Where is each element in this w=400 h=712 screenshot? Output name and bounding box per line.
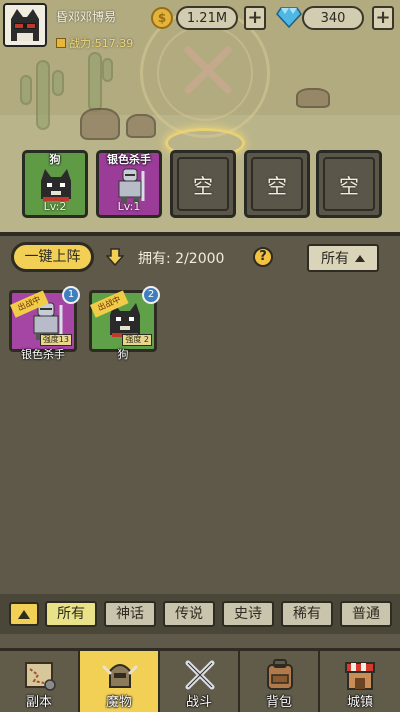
collapse-categories-button[interactable] xyxy=(9,602,39,626)
filter-dropdown[interactable]: 所有 xyxy=(307,244,379,272)
player-name: 昏邓邓博易 xyxy=(56,10,117,24)
crossed-swords-emblem xyxy=(184,46,232,94)
inventory-card-name: 银色杀手 xyxy=(21,348,65,361)
map-icon xyxy=(25,662,56,691)
cactus-decoration xyxy=(88,52,102,112)
nav-label: 城镇 xyxy=(346,695,373,710)
shop-icon xyxy=(345,662,375,690)
inventory-card-dog[interactable]: 出战中 强度 2 2 xyxy=(89,286,160,352)
cactus-decoration xyxy=(20,75,32,105)
gem-balance: 340 xyxy=(302,6,364,30)
crossed-swords-icon xyxy=(185,660,215,690)
slot-monster-name: 狗 xyxy=(49,153,61,166)
player-avatar-icon xyxy=(5,5,45,45)
strength-tag: 强度13 xyxy=(39,334,72,346)
empty-slot-label: 空 xyxy=(323,157,375,211)
cactus-decoration xyxy=(52,70,64,96)
chevron-up-icon xyxy=(355,254,365,262)
coin-icon: $ xyxy=(151,7,173,29)
coin-balance: 1.21M xyxy=(176,6,238,30)
owned-count: 拥有: 2/2000 xyxy=(138,251,225,267)
category-all[interactable]: 所有 xyxy=(45,601,97,627)
combat-power-value: 战力:517.39 xyxy=(69,37,134,50)
rock-decoration xyxy=(126,114,156,138)
cactus-decoration xyxy=(36,60,50,130)
strength-tag: 强度 2 xyxy=(122,334,152,346)
team-slot-empty[interactable]: 空 xyxy=(316,150,382,218)
inventory-card-name: 狗 xyxy=(117,348,129,361)
chevron-up-icon xyxy=(18,610,30,619)
add-gems-button[interactable]: + xyxy=(372,6,394,30)
nav-label: 战斗 xyxy=(185,695,212,710)
category-rare[interactable]: 稀有 xyxy=(281,601,333,627)
nav-label: 背包 xyxy=(265,695,292,710)
nav-dungeon[interactable]: 副本 xyxy=(0,651,80,712)
empty-slot-label: 空 xyxy=(177,157,229,211)
nav-label: 魔物 xyxy=(105,695,132,710)
filter-label: 所有 xyxy=(321,251,349,267)
gem-icon xyxy=(276,7,302,28)
nav-monsters[interactable]: 魔物 xyxy=(80,651,160,712)
nav-town[interactable]: 城镇 xyxy=(320,651,400,712)
helmet-icon xyxy=(102,664,138,688)
top-bar: 昏邓邓博易 战力:517.39 $ 1.21M + 340 + xyxy=(0,0,400,50)
nav-backpack[interactable]: 背包 xyxy=(240,651,320,712)
category-mythic[interactable]: 神话 xyxy=(104,601,156,627)
avatar[interactable] xyxy=(3,3,47,47)
slot-monster-level: Lv:1 xyxy=(117,200,141,213)
team-slot-silver-killer[interactable]: 银色杀手 Lv:1 xyxy=(96,150,162,218)
count-badge: 2 xyxy=(142,286,160,304)
category-epic[interactable]: 史诗 xyxy=(222,601,274,627)
deploy-all-button[interactable]: 一键上阵 xyxy=(11,242,94,272)
cactus-decoration xyxy=(102,58,113,82)
add-coins-button[interactable]: + xyxy=(244,6,266,30)
power-flag-icon xyxy=(56,38,66,48)
team-lineup: 狗 Lv:2 银色杀手 Lv:1 空 空 空 xyxy=(0,150,400,222)
backpack-icon xyxy=(267,659,293,690)
help-button[interactable]: ? xyxy=(253,247,273,267)
arrow-down-icon xyxy=(106,248,124,266)
nav-battle[interactable]: 战斗 xyxy=(160,651,240,712)
category-common[interactable]: 普通 xyxy=(340,601,392,627)
team-slot-dog[interactable]: 狗 Lv:2 xyxy=(22,150,88,218)
inventory-card-silver-killer[interactable]: 出战中 强度13 1 xyxy=(9,286,80,352)
rock-decoration xyxy=(296,88,330,108)
empty-slot-label: 空 xyxy=(251,157,303,211)
team-slot-empty[interactable]: 空 xyxy=(170,150,236,218)
category-legendary[interactable]: 传说 xyxy=(163,601,215,627)
team-slot-empty[interactable]: 空 xyxy=(244,150,310,218)
slot-monster-name: 银色杀手 xyxy=(107,153,151,166)
nav-label: 副本 xyxy=(25,695,52,710)
combat-power: 战力:517.39 xyxy=(56,35,133,51)
count-badge: 1 xyxy=(62,286,80,304)
rock-decoration xyxy=(80,108,120,140)
slot-monster-level: Lv:2 xyxy=(43,200,67,213)
